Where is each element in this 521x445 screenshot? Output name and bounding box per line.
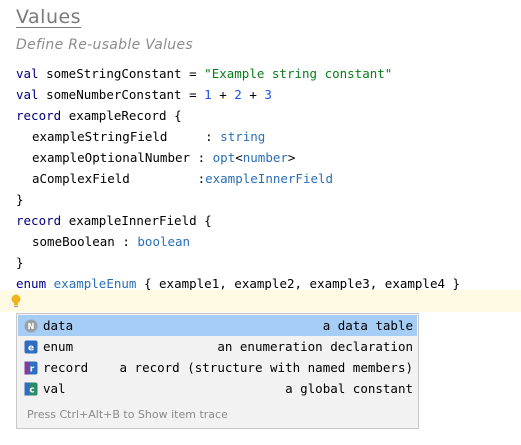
- n-badge-icon: N: [24, 319, 38, 333]
- code-editor[interactable]: val someStringConstant = "Example string…: [16, 63, 460, 294]
- operator: =: [189, 87, 197, 102]
- type-name: boolean: [137, 234, 191, 249]
- brace: }: [16, 255, 24, 270]
- enum-icon: e: [24, 340, 38, 354]
- colon: :: [122, 234, 130, 249]
- string-literal: "Example string constant": [204, 66, 393, 81]
- completion-popup: N data a data table e enum an enumeratio…: [16, 313, 419, 429]
- identifier: exampleRecord: [68, 108, 167, 123]
- type-name: number: [242, 150, 288, 165]
- completion-item-name: data: [43, 318, 74, 333]
- angle-close: >: [287, 150, 296, 165]
- svg-text:r: r: [30, 364, 35, 374]
- code-line[interactable]: exampleOptionalNumber : opt<number>: [16, 147, 460, 168]
- page-title: Values: [16, 6, 82, 28]
- keyword: enum: [16, 276, 47, 291]
- completion-item-name: val: [43, 381, 66, 396]
- number-literal: 2: [234, 87, 242, 102]
- completion-item-val[interactable]: c val a global constant: [18, 378, 417, 399]
- code-line[interactable]: record exampleInnerField {: [16, 210, 460, 231]
- completion-item-name: enum: [43, 339, 74, 354]
- colon: :: [197, 171, 206, 186]
- number-literal: 1: [204, 87, 212, 102]
- colon: :: [197, 150, 206, 165]
- type-name: opt: [212, 150, 236, 165]
- number-literal: 3: [264, 87, 272, 102]
- brace: {: [204, 213, 212, 228]
- type-name: exampleEnum: [53, 276, 137, 291]
- operator: +: [249, 87, 257, 102]
- completion-item-enum[interactable]: e enum an enumeration declaration: [18, 336, 417, 357]
- operator: =: [189, 66, 197, 81]
- identifier: someStringConstant: [46, 66, 182, 81]
- keyword: val: [16, 87, 39, 102]
- code-line[interactable]: someBoolean : boolean: [16, 231, 460, 252]
- completion-item-name: record: [43, 360, 89, 375]
- colon: :: [205, 129, 213, 144]
- current-line-highlight[interactable]: [0, 290, 521, 312]
- enum-members: example1, example2, example3, example4: [159, 276, 446, 291]
- val-icon: c: [24, 382, 38, 396]
- code-line[interactable]: }: [16, 252, 460, 273]
- completion-item-description: an enumeration declaration: [217, 339, 413, 354]
- svg-text:e: e: [28, 343, 34, 353]
- completion-item-data[interactable]: N data a data table: [18, 315, 417, 336]
- brace: }: [16, 192, 24, 207]
- field-name: someBoolean: [32, 234, 115, 249]
- identifier: exampleInnerField: [68, 213, 197, 228]
- completion-item-record[interactable]: r record a record (structure with named …: [18, 357, 417, 378]
- angle-open: <: [235, 150, 243, 165]
- code-line[interactable]: val someStringConstant = "Example string…: [16, 63, 460, 84]
- keyword: record: [16, 213, 62, 228]
- code-line[interactable]: record exampleRecord {: [16, 105, 460, 126]
- svg-text:N: N: [28, 322, 35, 331]
- brace: }: [452, 276, 461, 291]
- page-subtitle: Define Re-usable Values: [16, 37, 193, 53]
- keyword: val: [16, 66, 39, 81]
- record-icon: r: [24, 361, 38, 375]
- code-line[interactable]: aComplexField :exampleInnerField: [16, 168, 460, 189]
- type-name: exampleInnerField: [205, 171, 334, 186]
- lightbulb-icon[interactable]: [9, 293, 23, 309]
- keyword: record: [16, 108, 62, 123]
- completion-item-description: a global constant: [285, 381, 413, 396]
- completion-item-description: a data table: [322, 318, 413, 333]
- svg-text:c: c: [29, 385, 34, 395]
- brace: {: [143, 276, 152, 291]
- brace: {: [174, 108, 182, 123]
- completion-item-description: a record (structure with named members): [119, 360, 414, 375]
- code-line[interactable]: exampleStringField : string: [16, 126, 460, 147]
- completion-footer-hint: Press Ctrl+Alt+B to Show item trace: [27, 408, 228, 421]
- code-line[interactable]: val someNumberConstant = 1 + 2 + 3: [16, 84, 460, 105]
- code-line[interactable]: }: [16, 189, 460, 210]
- identifier: someNumberConstant: [46, 87, 182, 102]
- field-name: exampleStringField: [32, 129, 198, 144]
- field-name: aComplexField: [32, 171, 191, 186]
- field-name: exampleOptionalNumber: [32, 150, 191, 165]
- type-name: string: [220, 129, 266, 144]
- operator: +: [219, 87, 227, 102]
